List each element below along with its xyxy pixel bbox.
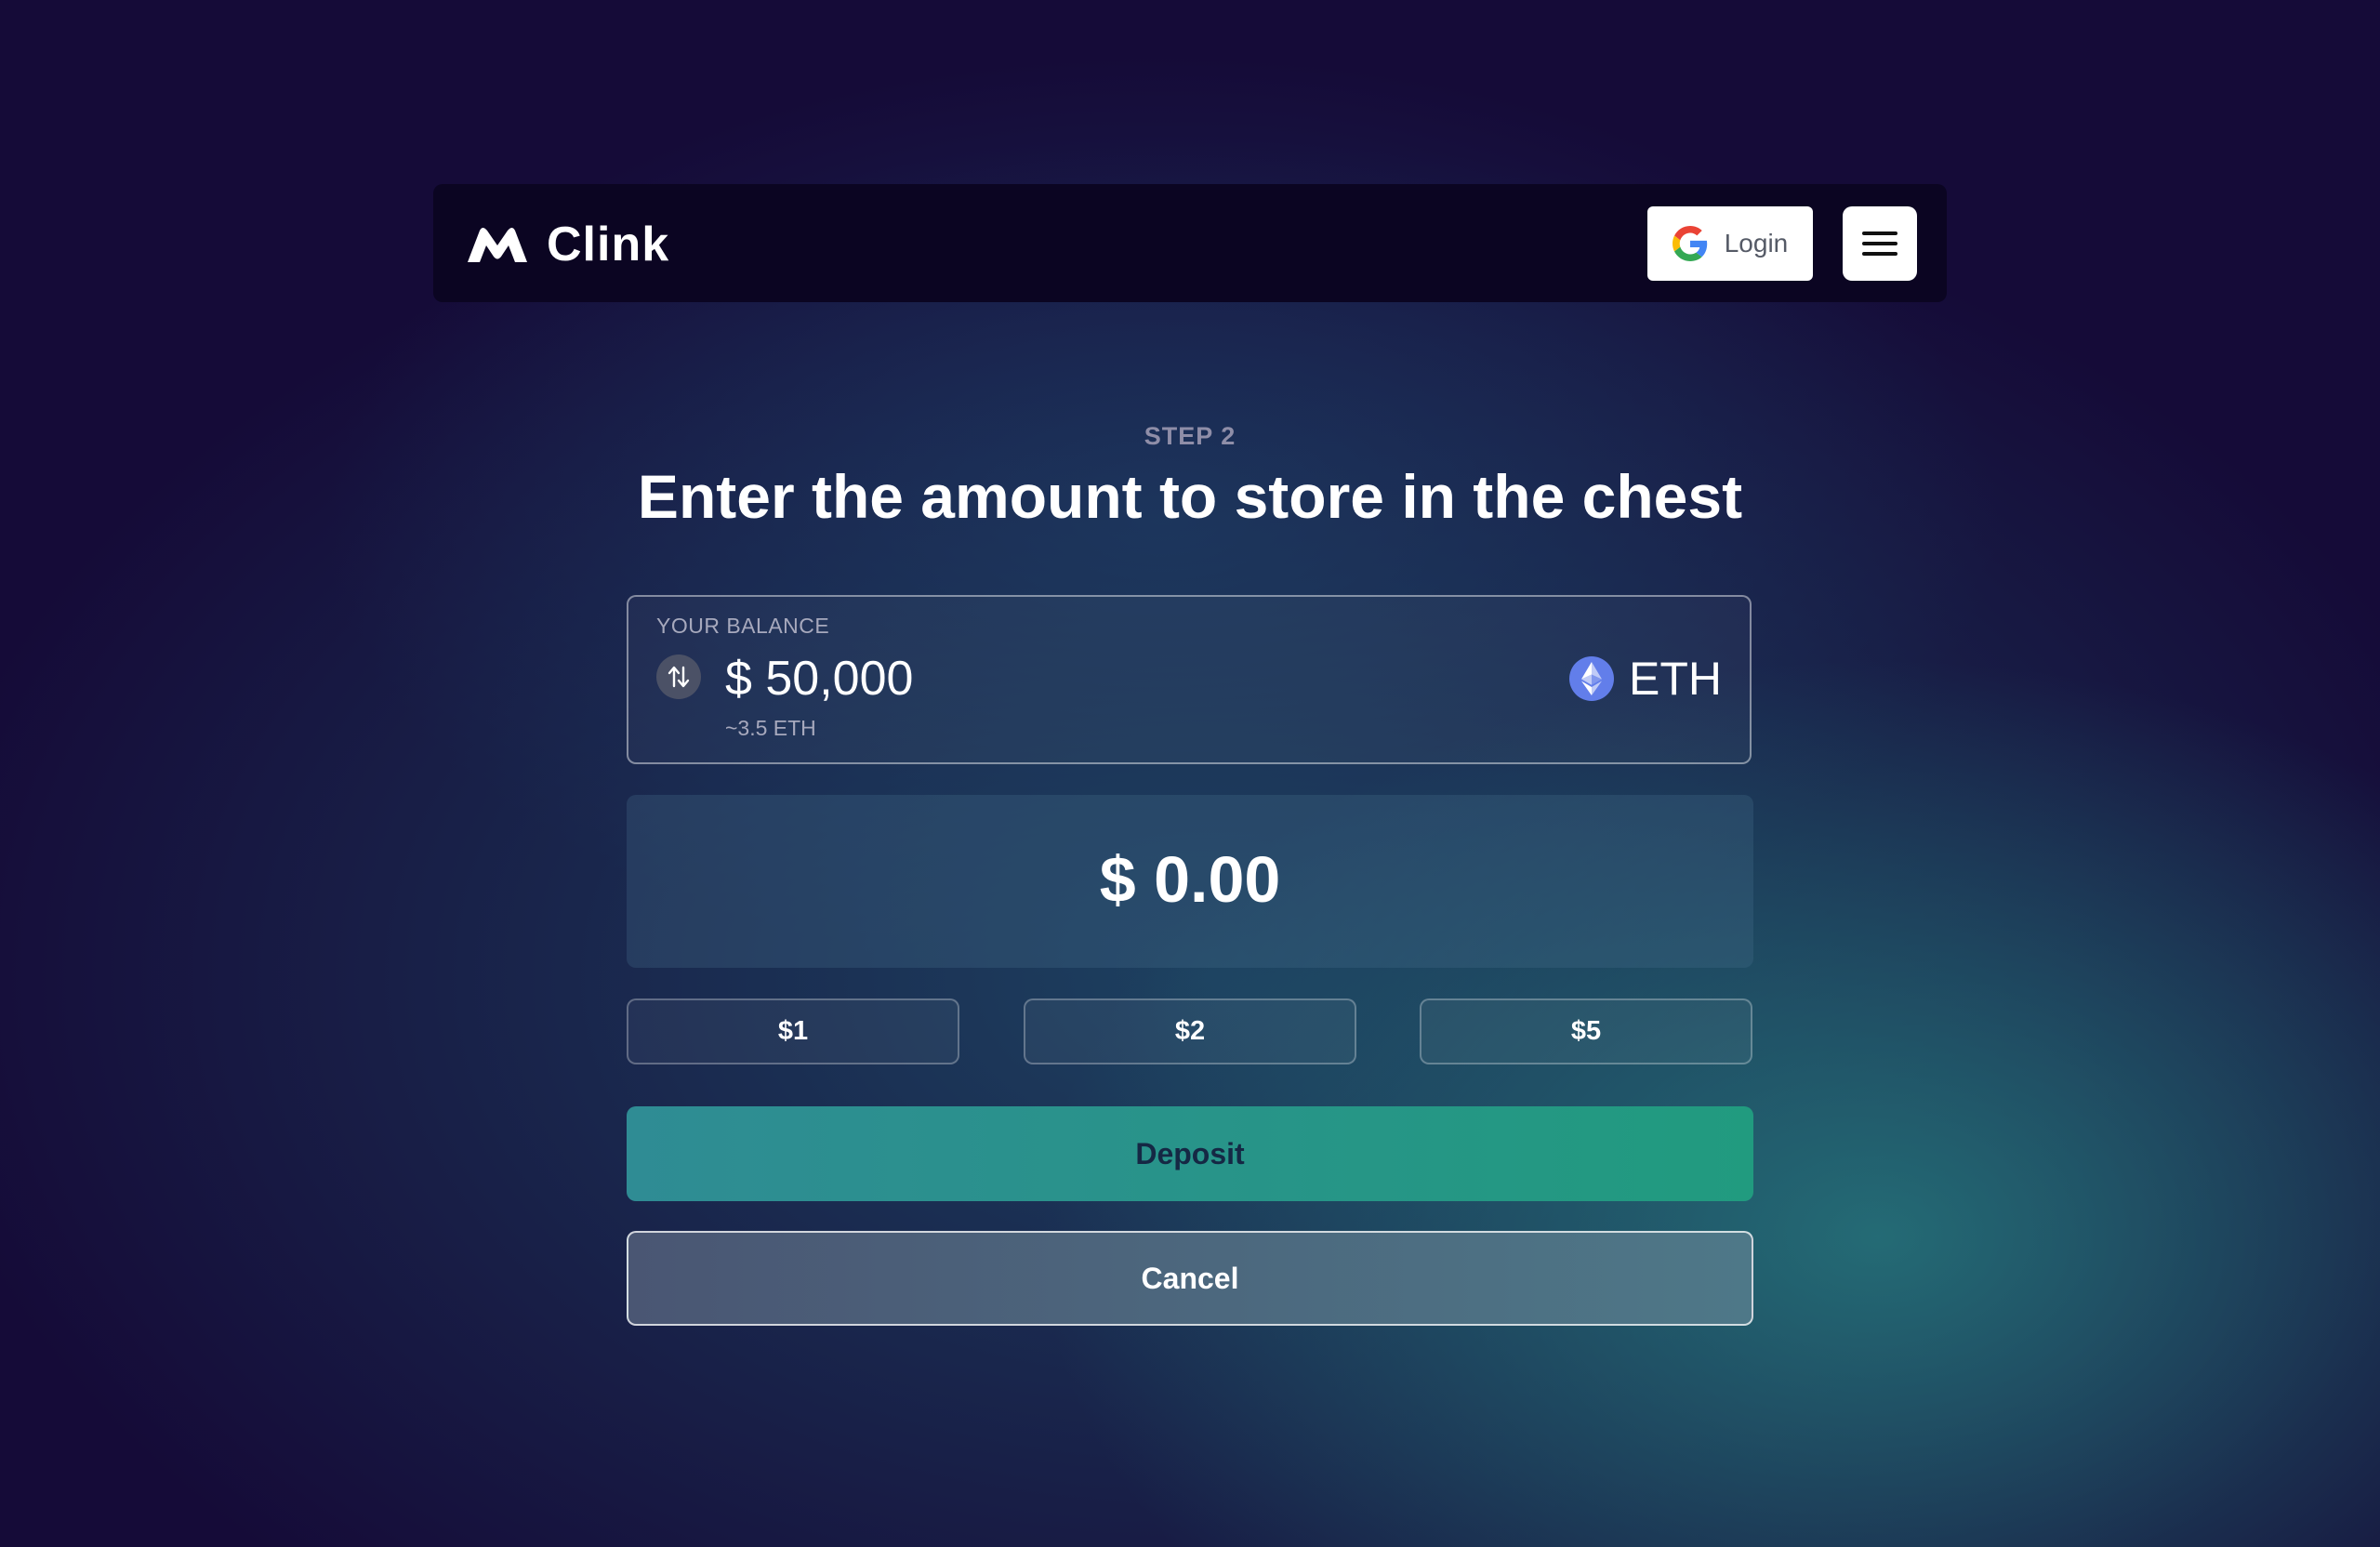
google-icon (1672, 226, 1707, 261)
currency-selector[interactable]: ETH (1569, 654, 1722, 703)
currency-label: ETH (1629, 653, 1722, 705)
login-button[interactable]: Login (1647, 206, 1813, 281)
quick-amount-2-button[interactable]: $2 (1024, 998, 1356, 1064)
login-label: Login (1724, 229, 1789, 258)
brand-name: Clink (547, 218, 670, 271)
clink-logo-icon (468, 228, 527, 262)
cancel-button[interactable]: Cancel (627, 1231, 1753, 1326)
navbar: Clink Login (433, 184, 1947, 302)
ethereum-icon (1569, 656, 1614, 701)
quick-amount-5-button[interactable]: $5 (1420, 998, 1752, 1064)
balance-card: YOUR BALANCE $ 50,000 ~3.5 ETH ETH (627, 595, 1752, 764)
balance-label: YOUR BALANCE (656, 614, 830, 638)
hamburger-menu-icon (1862, 231, 1897, 256)
amount-value: $ 0.00 (1099, 843, 1281, 916)
menu-button[interactable] (1843, 206, 1917, 281)
page-title: Enter the amount to store in the chest (637, 462, 1743, 531)
swap-currency-button[interactable] (656, 654, 701, 699)
brand[interactable]: Clink (465, 218, 670, 271)
swap-arrows-icon (668, 666, 690, 688)
balance-amount: $ 50,000 (725, 652, 914, 706)
balance-eth-equivalent: ~3.5 ETH (725, 716, 816, 740)
step-label: STEP 2 (1144, 422, 1236, 450)
quick-amount-1-button[interactable]: $1 (627, 998, 959, 1064)
amount-input[interactable]: $ 0.00 (627, 795, 1753, 968)
deposit-button[interactable]: Deposit (627, 1106, 1753, 1201)
